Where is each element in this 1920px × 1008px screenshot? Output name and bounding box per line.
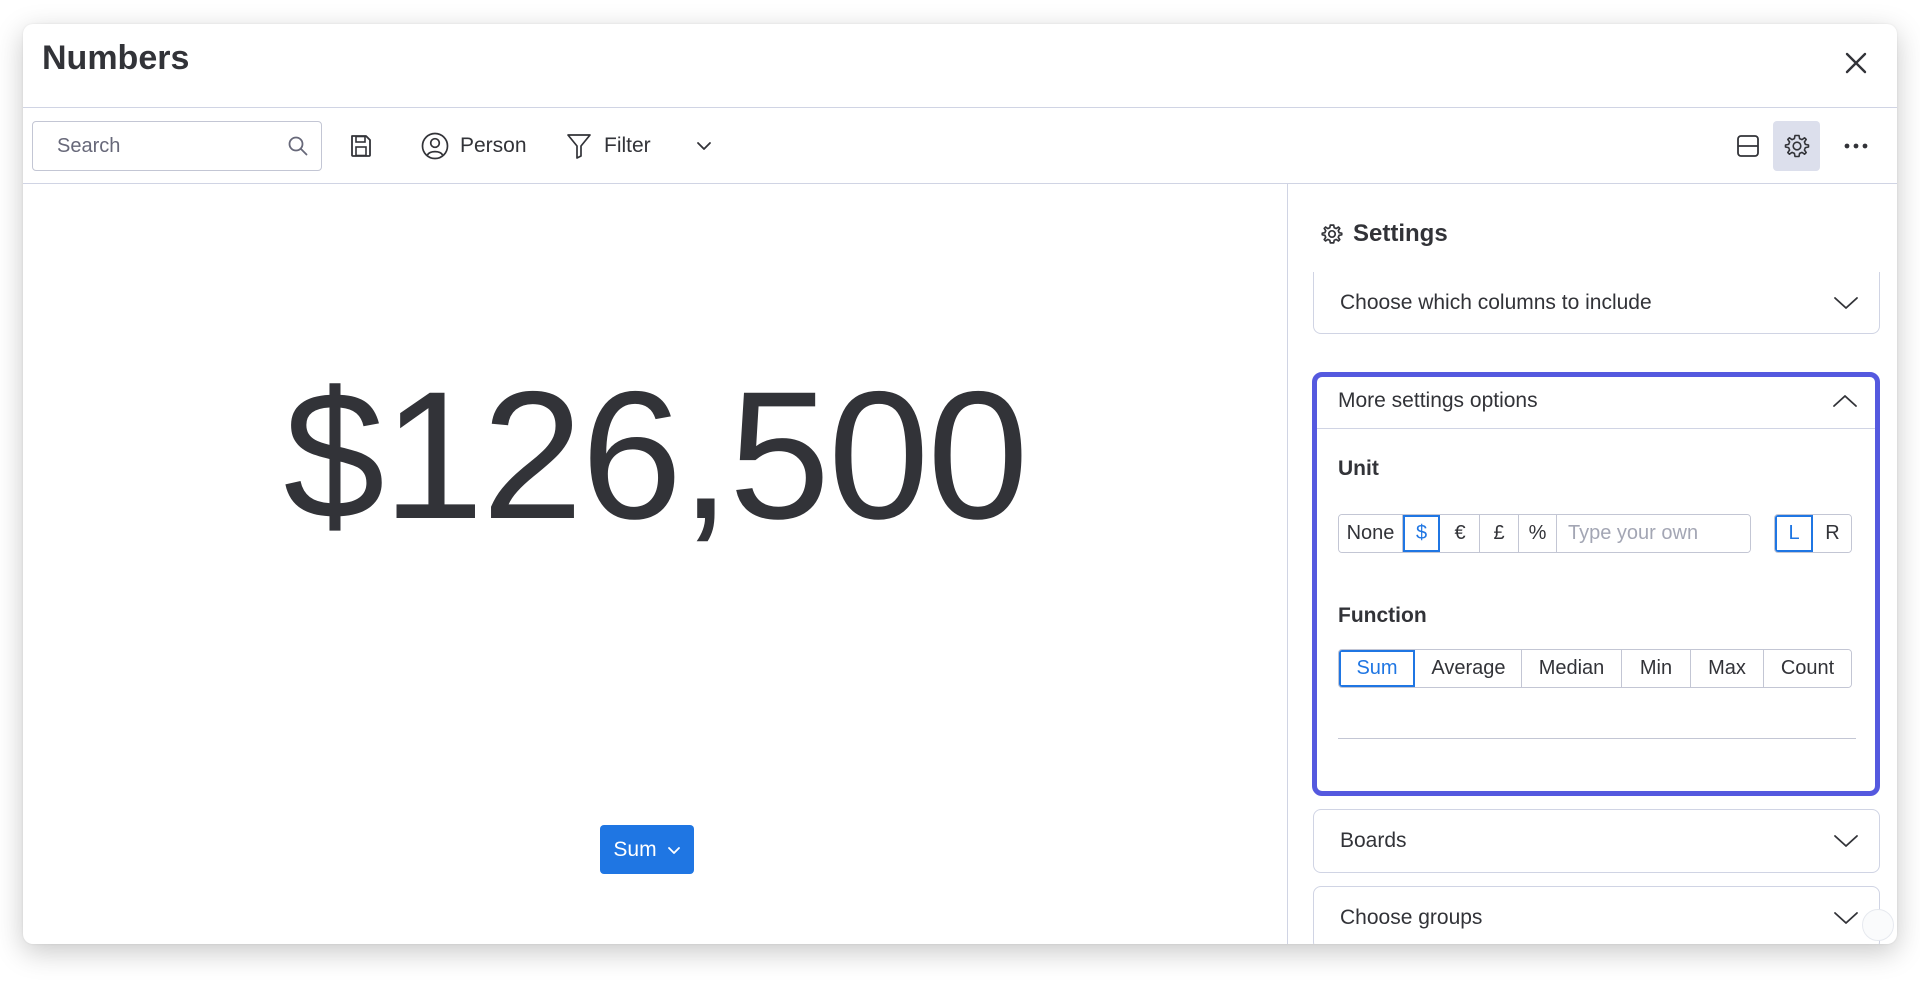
unit-option-pound[interactable]: £: [1480, 515, 1519, 552]
settings-title: Settings: [1353, 220, 1448, 247]
function-option-median[interactable]: Median: [1522, 650, 1622, 687]
filter-button[interactable]: Filter: [566, 121, 651, 171]
chevron-down-icon: [697, 142, 711, 150]
close-button[interactable]: [1837, 44, 1875, 82]
function-option-max[interactable]: Max: [1691, 650, 1764, 687]
total-value: $126,500: [283, 353, 1028, 557]
gear-icon: [1321, 224, 1343, 244]
gear-icon: [1784, 134, 1809, 158]
unit-option-dollar[interactable]: $: [1403, 515, 1441, 552]
more-options-button[interactable]: [1833, 121, 1879, 171]
unit-option-none[interactable]: None: [1339, 515, 1403, 552]
save-view-button[interactable]: [348, 121, 374, 171]
function-dropdown-button[interactable]: Sum: [600, 825, 694, 874]
function-option-sum[interactable]: Sum: [1339, 650, 1416, 687]
function-option-min[interactable]: Min: [1622, 650, 1691, 687]
search-icon[interactable]: [287, 135, 309, 157]
settings-divider: [1338, 738, 1856, 739]
numbers-widget-window: Numbers Search Person Filter $126,500 Su…: [23, 24, 1897, 944]
save-icon: [351, 135, 371, 157]
person-label: Person: [460, 134, 527, 157]
boards-accordion[interactable]: Boards: [1313, 809, 1880, 873]
chevron-down-icon: [1834, 835, 1858, 847]
more-settings-accordion: More settings options Unit None $ € £ % …: [1312, 372, 1880, 796]
unit-option-euro[interactable]: €: [1441, 515, 1480, 552]
filter-label: Filter: [604, 134, 651, 157]
search-input[interactable]: [33, 122, 273, 170]
toolbar: Person Filter: [23, 108, 1897, 184]
person-icon: [421, 132, 449, 160]
function-option-average[interactable]: Average: [1416, 650, 1522, 687]
more-settings-label: More settings options: [1338, 389, 1538, 412]
filter-dropdown-button[interactable]: [695, 121, 713, 171]
groups-accordion[interactable]: Choose groups: [1313, 886, 1880, 944]
window-title: Numbers: [42, 39, 190, 77]
function-option-count[interactable]: Count: [1764, 650, 1851, 687]
app-logo-icon: [1862, 909, 1894, 941]
more-settings-header[interactable]: More settings options: [1317, 377, 1875, 429]
direction-option-left[interactable]: L: [1775, 515, 1814, 552]
search-box: [32, 121, 322, 171]
close-icon: [1845, 52, 1867, 74]
groups-accordion-label: Choose groups: [1340, 906, 1483, 929]
function-title: Function: [1338, 604, 1427, 627]
boards-accordion-label: Boards: [1340, 829, 1407, 852]
function-selector: Sum Average Median Min Max Count: [1338, 649, 1852, 688]
layout-icon: [1737, 135, 1759, 157]
columns-accordion-label: Choose which columns to include: [1340, 290, 1652, 314]
number-display-area: $126,500 Sum: [23, 184, 1287, 944]
direction-option-right[interactable]: R: [1814, 515, 1851, 552]
settings-button[interactable]: [1773, 121, 1820, 171]
filter-icon: [567, 134, 591, 159]
columns-accordion[interactable]: Choose which columns to include: [1313, 272, 1880, 334]
layout-button[interactable]: [1725, 121, 1771, 171]
settings-panel: Settings Choose which columns to include…: [1287, 184, 1897, 944]
chevron-down-icon: [1834, 912, 1858, 924]
settings-header: Settings: [1321, 220, 1448, 248]
person-filter-button[interactable]: Person: [420, 121, 527, 171]
unit-title: Unit: [1338, 457, 1379, 480]
custom-unit-input[interactable]: [1557, 515, 1750, 552]
chevron-down-icon: [1834, 296, 1858, 309]
title-bar: Numbers: [23, 24, 1897, 108]
unit-selector: None $ € £ %: [1338, 514, 1751, 553]
function-dropdown-label: Sum: [613, 837, 657, 861]
chevron-up-icon: [1833, 395, 1857, 407]
unit-option-percent[interactable]: %: [1519, 515, 1557, 552]
unit-direction-selector: L R: [1774, 514, 1852, 553]
more-icon: [1844, 143, 1868, 149]
chevron-down-icon: [667, 846, 680, 854]
